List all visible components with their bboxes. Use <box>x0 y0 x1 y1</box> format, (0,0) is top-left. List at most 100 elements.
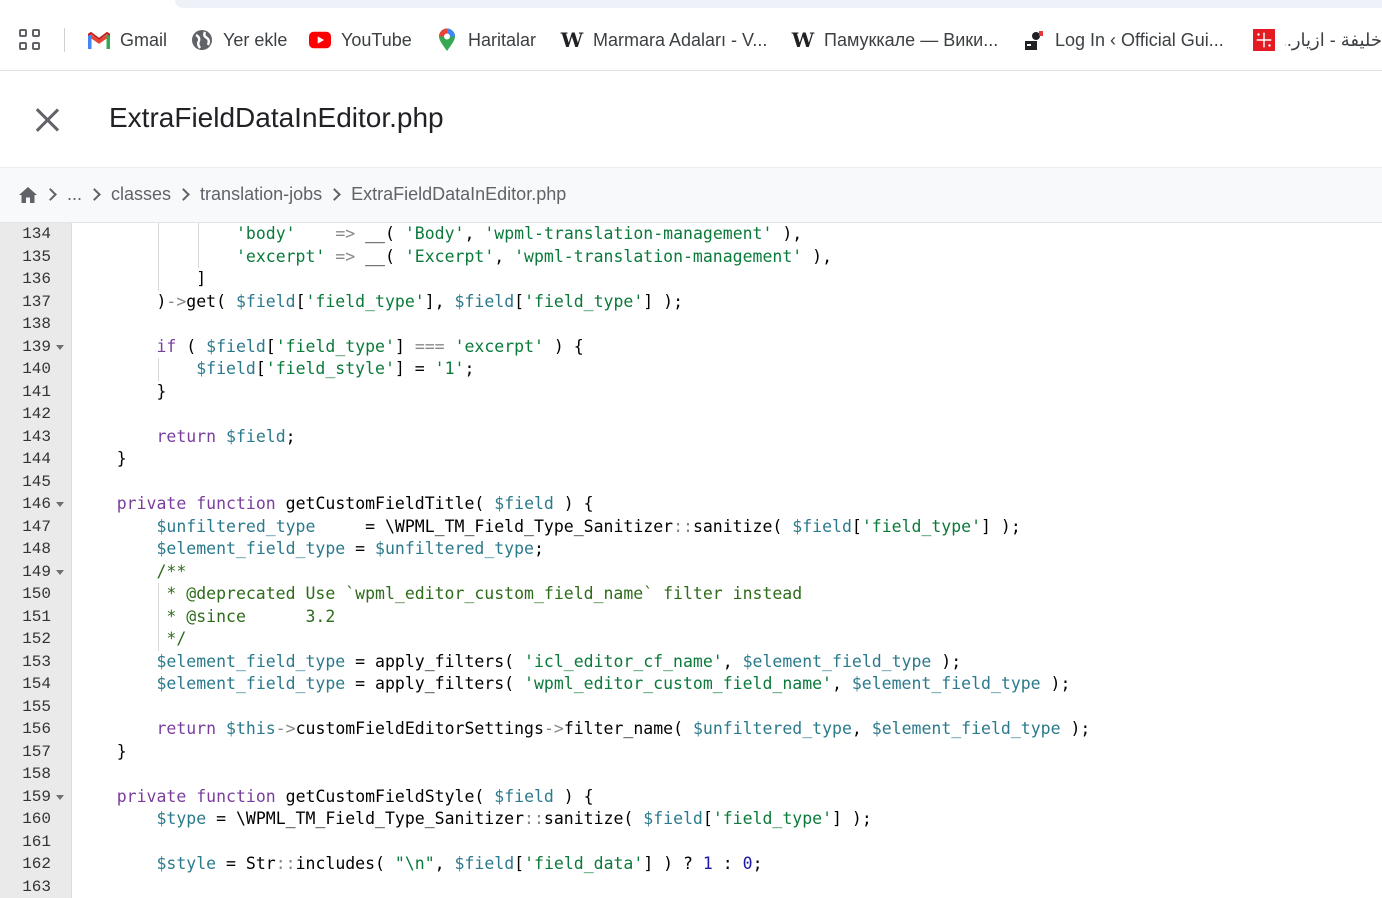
bookmarks-separator <box>64 28 65 52</box>
site-icon-red <box>1253 29 1275 51</box>
code-line: 152 */ <box>0 628 1382 651</box>
bookmark-haritalar[interactable]: Haritalar <box>436 26 540 54</box>
code-viewer[interactable]: 134 'body' => __( 'Body', 'wpml-translat… <box>0 223 1382 898</box>
bookmark-label: Marmara Adaları - V... <box>593 29 768 50</box>
gmail-icon <box>88 29 110 51</box>
fold-arrow-icon[interactable] <box>56 502 64 507</box>
bookmark-gmail[interactable]: Gmail <box>88 26 168 54</box>
code-text: $element_field_type = $unfiltered_type; <box>156 539 544 558</box>
bookmark-label: Gmail <box>120 29 168 50</box>
bookmark-yer-ekle[interactable]: Yer ekle <box>191 26 287 54</box>
code-line: 163 <box>0 876 1382 898</box>
code-text: if ( $field['field_type'] === 'excerpt' … <box>156 336 584 356</box>
line-number: 153 <box>22 652 51 671</box>
code-line: 156 return $this->customFieldEditorSetti… <box>0 718 1382 741</box>
code-line: 162 $style = Str::includes( "\n", $field… <box>0 853 1382 876</box>
line-number: 139 <box>22 337 51 356</box>
line-number: 162 <box>22 855 51 873</box>
code-line: 146 private function getCustomFieldTitle… <box>0 493 1382 516</box>
code-line: 157 } <box>0 741 1382 764</box>
breadcrumb-current-file: ExtraFieldDataInEditor.php <box>351 184 567 204</box>
bookmark-label: خليفة - ازيار... <box>1285 29 1382 50</box>
code-line: 137 )->get( $field['field_type'], $field… <box>0 291 1382 314</box>
line-number: 143 <box>22 427 51 446</box>
code-line: 151 * @since 3.2 <box>0 605 1382 628</box>
line-number: 161 <box>22 832 51 851</box>
youtube-icon <box>309 29 331 51</box>
line-number: 159 <box>22 787 51 806</box>
line-number: 137 <box>22 292 51 311</box>
bookmarks-bar: Gmail Yer ekle YouTube Haritalar W Marma… <box>0 0 1382 71</box>
breadcrumb-ellipsis[interactable]: ... <box>67 184 82 205</box>
code-text: private function getCustomFieldTitle( $f… <box>116 494 594 513</box>
code-line: 155 <box>0 696 1382 719</box>
fold-arrow-icon[interactable] <box>56 794 64 800</box>
code-line: 134 'body' => __( 'Body', 'wpml-translat… <box>0 223 1382 246</box>
code-text: return $this->customFieldEditorSettings-… <box>156 719 1091 738</box>
bookmark-label: YouTube <box>341 29 412 50</box>
breadcrumb-classes[interactable]: classes <box>111 184 171 205</box>
line-number: 152 <box>22 630 51 648</box>
code-line: 160 $type = \WPML_TM_Field_Type_Sanitize… <box>0 808 1382 831</box>
globe-icon <box>191 29 213 51</box>
home-icon[interactable] <box>18 186 38 204</box>
code-text: * @deprecated Use `wpml_editor_custom_fi… <box>77 584 803 603</box>
line-number: 155 <box>22 697 51 716</box>
code-line: 145 <box>0 471 1382 494</box>
code-line: 150 * @deprecated Use `wpml_editor_custo… <box>0 583 1382 606</box>
file-header: ExtraFieldDataInEditor.php <box>0 71 1382 168</box>
code-line: 148 $element_field_type = $unfiltered_ty… <box>0 538 1382 561</box>
code-line: 140 $field['field_style'] = '1'; <box>0 358 1382 381</box>
apps-grid-icon[interactable] <box>19 29 41 51</box>
code-text: } <box>77 381 167 401</box>
line-number: 149 <box>22 562 51 581</box>
chevron-right-icon <box>44 188 57 201</box>
code-text: return $field; <box>156 426 296 446</box>
line-number: 156 <box>22 720 51 738</box>
code-line: 154 $element_field_type = apply_filters(… <box>0 673 1382 696</box>
chevron-right-icon <box>177 188 190 201</box>
line-number: 134 <box>22 225 51 243</box>
code-line: 142 <box>0 403 1382 426</box>
bookmark-login[interactable]: Log In ‹ Official Gui... <box>1023 26 1229 54</box>
bookmark-pamukkale[interactable]: W Памуккале — Вики... <box>792 26 1004 54</box>
code-line: 149 /** <box>0 561 1382 584</box>
bookmark-label: Log In ‹ Official Gui... <box>1055 29 1224 50</box>
line-number: 150 <box>22 585 51 603</box>
fold-arrow-icon[interactable] <box>56 344 64 350</box>
line-number: 141 <box>22 382 51 401</box>
code-text: $unfiltered_type = \WPML_TM_Field_Type_S… <box>156 516 1021 536</box>
code-text: } <box>77 449 127 468</box>
line-number: 136 <box>22 270 51 288</box>
file-title: ExtraFieldDataInEditor.php <box>109 102 444 133</box>
line-number: 148 <box>22 540 51 558</box>
code-text: )->get( $field['field_type'], $field['fi… <box>77 291 684 311</box>
line-number: 145 <box>22 472 51 491</box>
code-line: 141 } <box>0 381 1382 404</box>
tab-strip-edge <box>175 0 1382 8</box>
line-number: 154 <box>22 675 51 693</box>
bookmark-marmara[interactable]: W Marmara Adaları - V... <box>561 26 773 54</box>
fold-arrow-icon[interactable] <box>56 569 64 575</box>
code-line: 147 $unfiltered_type = \WPML_TM_Field_Ty… <box>0 516 1382 539</box>
close-icon[interactable] <box>34 107 60 133</box>
code-text: */ <box>77 629 187 648</box>
bookmark-youtube[interactable]: YouTube <box>309 26 415 54</box>
line-number: 142 <box>22 405 51 423</box>
code-text: } <box>77 741 127 761</box>
line-number: 151 <box>22 607 51 626</box>
code-text: 'body' => __( 'Body', 'wpml-translation-… <box>235 224 803 243</box>
chevron-right-icon <box>328 188 341 201</box>
wikipedia-icon: W <box>560 28 584 52</box>
bookmark-arabic[interactable]: خليفة - ازيار... <box>1253 26 1382 54</box>
code-text: 'excerpt' => __( 'Excerpt', 'wpml-transl… <box>235 246 833 266</box>
line-number: 160 <box>22 810 51 828</box>
breadcrumb-translation-jobs[interactable]: translation-jobs <box>200 184 322 205</box>
bookmark-label: Yer ekle <box>223 29 287 50</box>
